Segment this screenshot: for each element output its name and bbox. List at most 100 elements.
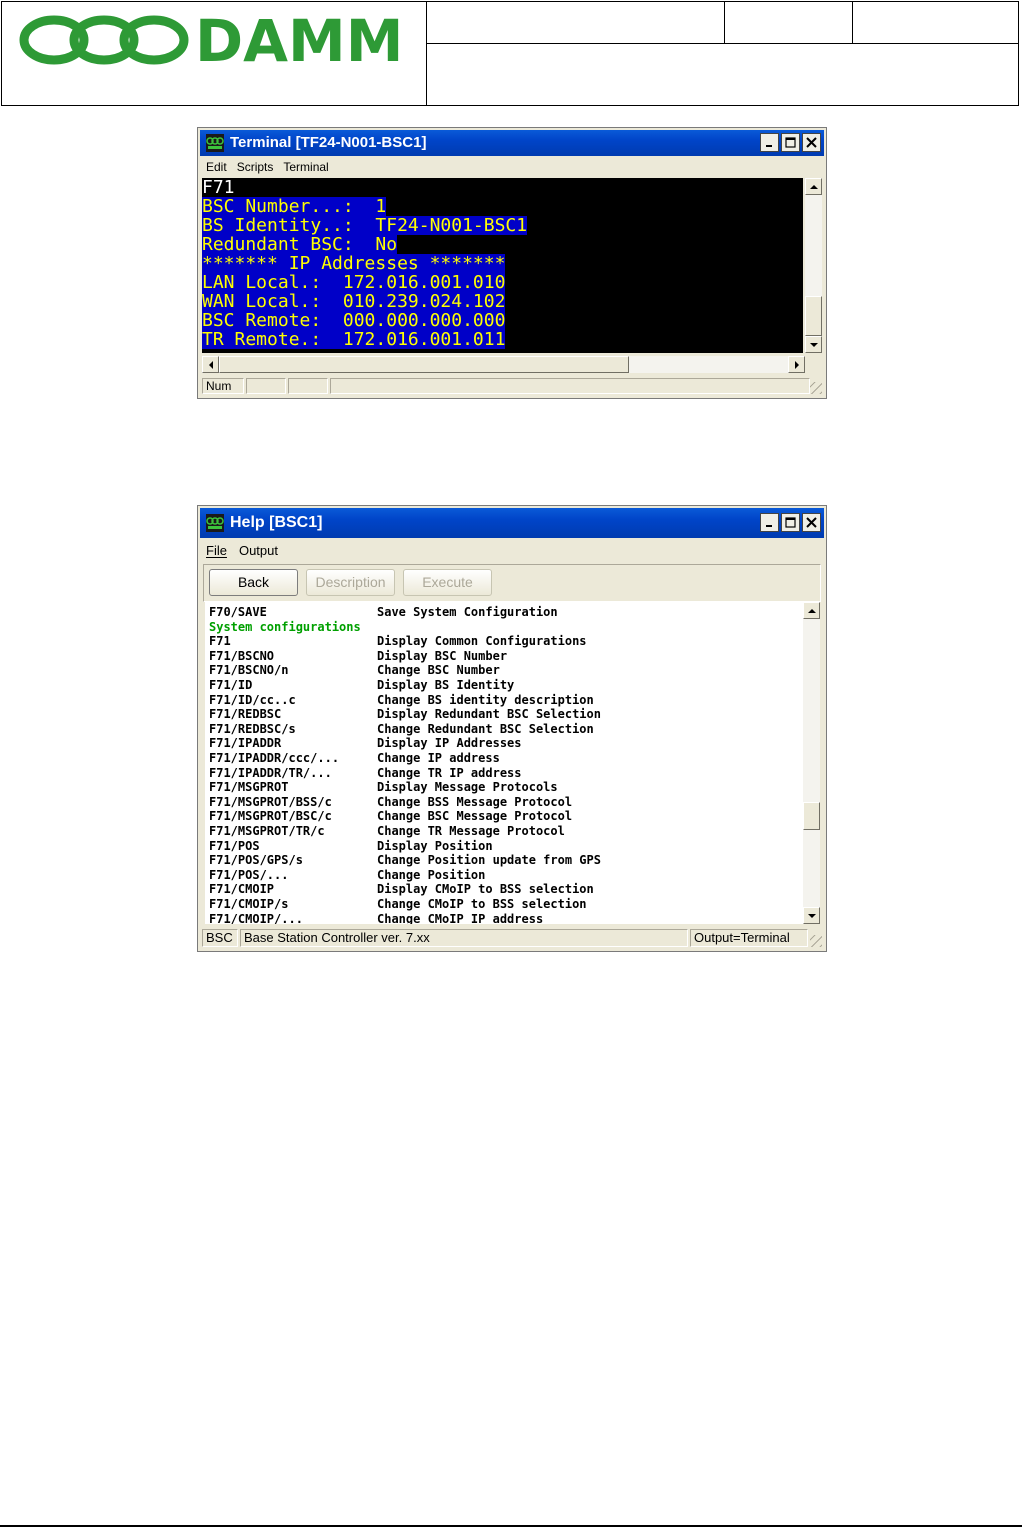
status-num: Num [202, 378, 244, 394]
command-name: F71/MSGPROT/BSC/c [209, 809, 332, 824]
header-cell-2 [724, 2, 852, 44]
description-button[interactable]: Description [306, 569, 395, 596]
terminal-line: BSC Number...: 1 [202, 196, 387, 217]
status-version: Base Station Controller ver. 7.xx [240, 929, 688, 947]
command-name: F71/REDBSC/s [209, 721, 296, 737]
hscroll-thumb[interactable] [219, 356, 629, 373]
scroll-down-button[interactable] [805, 336, 822, 353]
scroll-thumb[interactable] [803, 802, 820, 830]
close-icon [806, 517, 817, 528]
menu-terminal[interactable]: Terminal [283, 158, 328, 176]
command-name: F71/MSGPROT/BSS/c [209, 794, 332, 810]
header-cell-1 [426, 2, 724, 44]
damm-logo: DAMM [19, 8, 403, 68]
scroll-down-button[interactable] [803, 907, 820, 924]
terminal-horizontal-scrollbar[interactable] [202, 356, 805, 373]
terminal-menubar: Edit Scripts Terminal [202, 158, 822, 176]
command-description: Change IP address [377, 750, 500, 766]
menu-file[interactable]: File [206, 542, 227, 560]
terminal-statusbar: Num [200, 376, 824, 396]
status-cell [330, 378, 810, 394]
scroll-thumb[interactable] [805, 296, 822, 336]
minimize-button[interactable] [760, 513, 779, 532]
minimize-icon [765, 144, 772, 147]
command-name: F71 [209, 633, 231, 649]
scroll-left-button[interactable] [202, 356, 219, 373]
command-name: F71/POS/GPS/s [209, 852, 303, 868]
maximize-icon [785, 137, 796, 148]
command-description: Display Position [377, 838, 493, 853]
terminal-output[interactable]: F71 BSC Number...: 1 BS Identity..: TF24… [202, 178, 803, 353]
command-name: F71/BSCNO [209, 648, 275, 664]
resize-grip-icon[interactable] [810, 382, 822, 394]
close-button[interactable] [802, 133, 821, 152]
arrow-down-icon [807, 913, 816, 918]
execute-button[interactable]: Execute [403, 569, 492, 596]
arrow-left-icon [208, 360, 213, 369]
scroll-up-button[interactable] [803, 602, 820, 619]
menu-edit[interactable]: Edit [206, 158, 227, 176]
damm-app-icon [206, 514, 224, 532]
command-description: Change Redundant BSC Selection [377, 721, 594, 737]
command-description: Change CMoIP to BSS selection [377, 896, 587, 912]
command-description: Display Message Protocols [377, 779, 558, 795]
maximize-icon [785, 517, 796, 528]
help-command-list[interactable]: F70/SAVE Save System Configuration System … [205, 602, 803, 924]
back-button[interactable]: Back [209, 569, 298, 596]
terminal-line: BSC Remote: 000.000.000.000 [202, 310, 506, 331]
terminal-titlebar[interactable]: Terminal [TF24-N001-BSC1] [200, 130, 824, 156]
logo-cell: DAMM [2, 2, 427, 105]
menu-scripts[interactable]: Scripts [237, 158, 274, 176]
help-title: Help [BSC1] [230, 514, 323, 531]
minimize-button[interactable] [760, 133, 779, 152]
command-name: F70/SAVE [209, 604, 267, 620]
header-cell-4 [426, 44, 1020, 105]
status-mode: BSC [202, 929, 238, 947]
maximize-button[interactable] [781, 133, 800, 152]
resize-grip-icon[interactable] [810, 935, 822, 947]
status-output: Output=Terminal [690, 929, 808, 947]
command-name: F71/IPADDR/TR/... [209, 765, 332, 780]
footer-rule [0, 1525, 1022, 1527]
command-description: Display Redundant BSC Selection [377, 706, 601, 722]
scroll-right-button[interactable] [788, 356, 805, 373]
help-window: Help [BSC1] File Output Back Description… [197, 505, 827, 952]
maximize-button[interactable] [781, 513, 800, 532]
command-name: F71/IPADDR/ccc/... [209, 750, 340, 766]
command-name: F71/POS [209, 838, 260, 853]
help-titlebar[interactable]: Help [BSC1] [200, 508, 824, 538]
close-button[interactable] [802, 513, 821, 532]
command-description: Change BSC Message Protocol [377, 809, 573, 824]
terminal-title: Terminal [TF24-N001-BSC1] [230, 134, 427, 151]
command-description: Display BS Identity [377, 677, 515, 693]
document-header: DAMM [1, 1, 1019, 106]
terminal-vertical-scrollbar[interactable] [805, 178, 822, 353]
help-statusbar: BSC Base Station Controller ver. 7.xx Ou… [200, 927, 824, 949]
help-toolbar: Back Description Execute [203, 564, 821, 602]
command-description: Display Common Configurations [377, 633, 587, 649]
status-cell [288, 378, 328, 394]
command-name: F71/BSCNO/n [209, 663, 289, 678]
terminal-line: BS Identity..: TF24-N001-BSC1 [202, 215, 528, 236]
command-description: Display CMoIP to BSS selection [377, 882, 594, 897]
command-name: F71/POS/... [209, 867, 289, 883]
help-vertical-scrollbar[interactable] [803, 602, 820, 924]
minimize-icon [765, 524, 772, 527]
arrow-right-icon [794, 360, 799, 369]
command-description: Change Position update from GPS [377, 852, 601, 868]
close-icon [806, 137, 817, 148]
command-description: Change BSS Message Protocol [377, 794, 573, 810]
command-name: F71/MSGPROT/TR/c [209, 823, 325, 839]
damm-app-icon [206, 134, 224, 152]
help-menubar: File Output [202, 542, 822, 560]
status-cell [246, 378, 286, 394]
terminal-line: WAN Local.: 010.239.024.102 [202, 291, 506, 312]
terminal-line: LAN Local.: 172.016.001.010 [202, 272, 506, 293]
command-description: Change TR IP address [377, 765, 522, 780]
scroll-up-button[interactable] [805, 178, 822, 195]
menu-output[interactable]: Output [239, 542, 278, 560]
command-name: F71/REDBSC [209, 706, 282, 722]
command-name: F71/CMOIP/s [209, 896, 289, 912]
command-name: F71/ID [209, 677, 253, 693]
command-name: System configurations [209, 619, 361, 634]
